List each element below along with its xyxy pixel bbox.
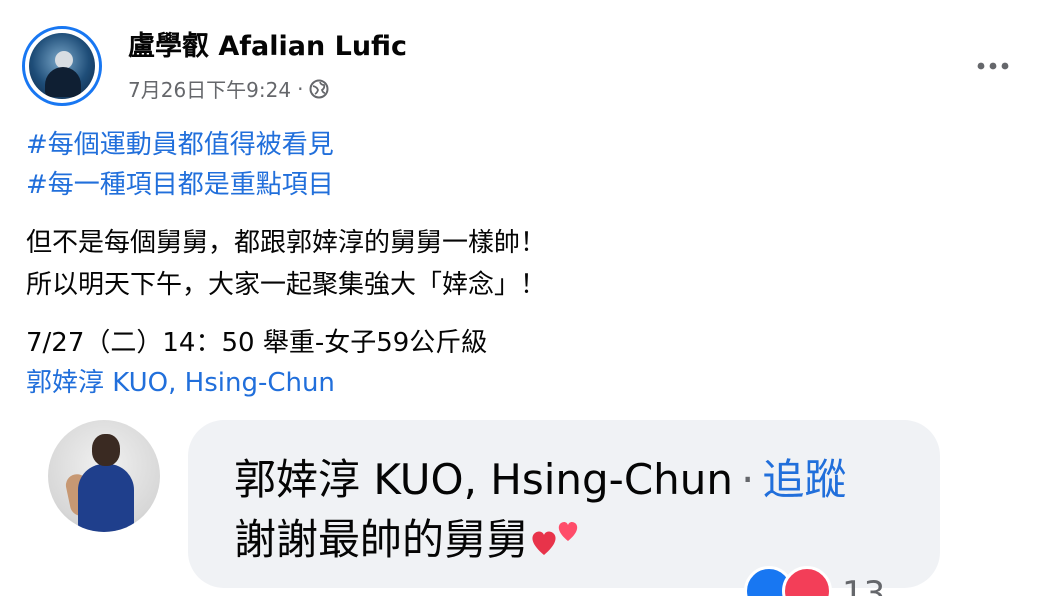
hashtag-link[interactable]: #每個運動員都值得被看見 [26,130,334,161]
follow-button[interactable]: 追蹤 [762,455,846,504]
comment-header: 郭婞淳 KUO, Hsing-Chun · 追蹤 [234,446,846,507]
facebook-post: 盧學叡 Afalian Lufic 7月26日下午9:24 · #每個運動員都值… [0,0,1060,596]
more-options-icon[interactable] [976,58,1012,72]
mention-link[interactable]: 郭婞淳 KUO, Hsing-Chun [26,368,335,399]
post-event-line: 7/27（二）14：50 舉重-女子59公斤級 [26,328,488,358]
author-avatar[interactable] [22,26,102,106]
comment-separator: · [741,455,755,504]
post-author-name[interactable]: 盧學叡 Afalian Lufic [128,24,407,63]
two-hearts-icon [530,515,586,559]
commenter-avatar[interactable] [48,420,160,532]
globe-icon[interactable] [309,79,329,99]
meta-separator: · [297,76,304,101]
comment-text-row: 謝謝最帥的舅舅 [234,506,586,567]
reaction-count: 13 [842,574,886,596]
author-avatar-image [29,33,95,99]
hashtag-link[interactable]: #每一種項目都是重點項目 [26,170,334,201]
post-body-line: 但不是每個舅舅，都跟郭婞淳的舅舅一樣帥！ [26,228,547,258]
comment-reactions[interactable]: 13 [730,560,940,596]
comment-author-name[interactable]: 郭婞淳 KUO, Hsing-Chun [234,455,733,504]
love-icon [782,566,832,596]
comment-text: 謝謝最帥的舅舅 [234,515,529,564]
post-timestamp[interactable]: 7月26日下午9:24 [128,74,291,103]
post-meta: 7月26日下午9:24 · [128,74,329,103]
post-body-line: 所以明天下午，大家一起聚集強大「婞念」！ [26,270,547,300]
